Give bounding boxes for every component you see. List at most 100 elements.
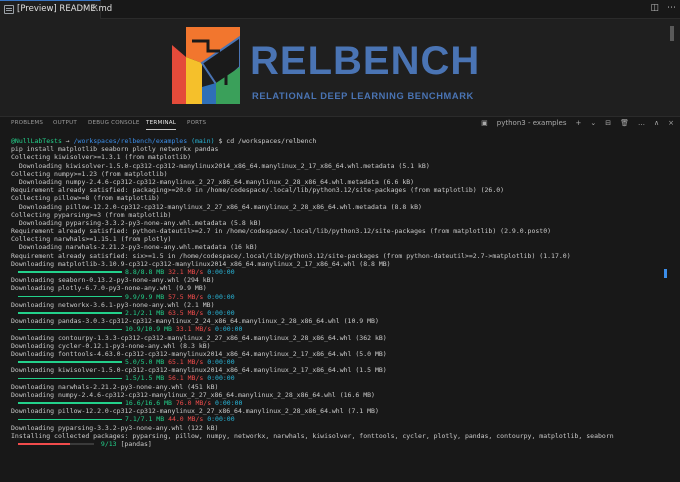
install-progress-remaining xyxy=(70,443,94,445)
preview-scrollbar[interactable] xyxy=(670,26,674,41)
terminal-icon: ▣ xyxy=(481,119,488,127)
panel-tabs: PROBLEMS OUTPUT DEBUG CONSOLE TERMINAL P… xyxy=(0,117,680,133)
terminal-line: Downloading cycler-0.12.1-py3-none-any.w… xyxy=(11,341,211,350)
maximize-panel-icon[interactable]: ∧ xyxy=(654,119,659,127)
progress-bar xyxy=(18,271,122,273)
markdown-preview: RELBENCH RELATIONAL DEEP LEARNING BENCHM… xyxy=(0,19,680,116)
tab-debug-console[interactable]: DEBUG CONSOLE xyxy=(88,120,140,126)
terminal-line: Downloading contourpy-1.3.3-cp312-cp312-… xyxy=(11,333,387,342)
install-progress-bar xyxy=(18,443,70,445)
progress-eta: 0:00:00 xyxy=(215,325,243,334)
install-progress-line: 9/13 [pandas] xyxy=(11,440,671,448)
progress-line: 1.5/1.5 MB 56.1 MB/s 0:00:00 xyxy=(11,374,671,382)
split-terminal-icon[interactable]: ⊟ xyxy=(605,119,611,127)
more-icon[interactable]: ⋯ xyxy=(667,3,676,13)
chevron-down-icon[interactable]: ⌄ xyxy=(590,119,596,127)
close-panel-icon[interactable]: × xyxy=(668,119,674,127)
terminal-line: Downloading kiwisolver-1.5.0-cp312-cp312… xyxy=(11,161,430,170)
progress-bar xyxy=(18,377,122,380)
progress-eta: 0:00:00 xyxy=(207,415,235,424)
terminal-line: Requirement already satisfied: python-da… xyxy=(11,227,552,236)
progress-line: 7.1/7.1 MB 44.0 MB/s 0:00:00 xyxy=(11,415,671,423)
progress-size: 2.1/2.1 MB xyxy=(125,308,165,317)
terminal-line: Collecting pillow>=8 (from matplotlib) xyxy=(11,194,160,203)
bottom-panel: PROBLEMS OUTPUT DEBUG CONSOLE TERMINAL P… xyxy=(0,116,680,482)
tab-readme-preview[interactable]: [Preview] README.md × xyxy=(0,0,112,19)
progress-line: 16.6/16.6 MB 76.0 MB/s 0:00:00 xyxy=(11,399,671,407)
tab-ports[interactable]: PORTS xyxy=(187,120,206,126)
terminal-line: Collecting numpy>=1.23 (from matplotlib) xyxy=(11,169,168,178)
terminal-line: Downloading pillow-12.2.0-cp312-cp312-ma… xyxy=(11,407,379,416)
progress-size: 5.0/5.0 MB xyxy=(125,358,165,367)
terminal-line: Downloading plotly-6.7.0-py3-none-any.wh… xyxy=(11,284,207,293)
progress-bar xyxy=(18,418,122,421)
progress-size: 1.5/1.5 MB xyxy=(125,374,165,383)
progress-size: 7.1/7.1 MB xyxy=(125,415,165,424)
terminal-line: Downloading seaborn-0.13.2-py3-none-any.… xyxy=(11,276,215,285)
terminal-line: Downloading narwhals-2.21.2-py3-none-any… xyxy=(11,382,219,391)
terminal-line: Downloading pandas-3.0.3-cp312-cp312-man… xyxy=(11,317,379,326)
progress-size: 10.9/10.9 MB xyxy=(125,325,172,334)
terminal-line: Downloading pyparsing-3.3.2-py3-none-any… xyxy=(11,218,262,227)
progress-bar xyxy=(18,361,122,363)
terminal-line: Downloading narwhals-2.21.2-py3-none-any… xyxy=(11,243,258,252)
progress-eta: 0:00:00 xyxy=(207,268,235,276)
progress-speed: 57.5 MB/s xyxy=(168,292,204,301)
tab-problems[interactable]: PROBLEMS xyxy=(11,120,43,126)
tab-terminal[interactable]: TERMINAL xyxy=(146,120,176,126)
terminal-line: Installing collected packages: pyparsing… xyxy=(11,431,614,440)
close-icon[interactable]: × xyxy=(91,3,99,13)
prompt-user: @NullLabTests xyxy=(11,137,62,145)
terminal-line: Downloading numpy-2.4.6-cp312-cp312-many… xyxy=(11,177,415,186)
progress-line: 5.0/5.0 MB 65.1 MB/s 0:00:00 xyxy=(11,358,671,366)
terminal-line: Requirement already satisfied: six>=1.5 … xyxy=(11,251,571,260)
trash-icon[interactable]: 🗑 xyxy=(620,119,629,127)
terminal-line: Downloading pillow-12.2.0-cp312-cp312-ma… xyxy=(11,202,422,211)
terminal-line: Requirement already satisfied: packaging… xyxy=(11,186,505,195)
terminal-line: Downloading kiwisolver-1.5.0-cp312-cp312… xyxy=(11,366,387,375)
progress-eta: 0:00:00 xyxy=(207,358,235,367)
terminal-line: Downloading matplotlib-3.10.9-cp312-cp31… xyxy=(11,259,391,268)
panel-actions: ▣ python3 - examples + ⌄ ⊟ 🗑 … ∧ × xyxy=(481,119,674,127)
progress-eta: 0:00:00 xyxy=(207,374,235,383)
progress-eta: 0:00:00 xyxy=(207,308,235,317)
prompt-path: /workspaces/relbench/examples xyxy=(73,137,188,145)
preview-icon xyxy=(4,5,14,14)
terminal-line: Collecting kiwisolver>=1.3.1 (from matpl… xyxy=(11,153,192,162)
progress-speed: 65.1 MB/s xyxy=(168,358,204,367)
prompt-branch: (main) xyxy=(191,137,215,145)
progress-speed: 33.1 MB/s xyxy=(175,325,212,334)
progress-speed: 32.1 MB/s xyxy=(168,268,204,276)
new-terminal-button[interactable]: + xyxy=(575,119,581,127)
brand-subtitle: RELATIONAL DEEP LEARNING BENCHMARK xyxy=(252,91,474,101)
active-tab-indicator xyxy=(146,129,176,130)
more-icon[interactable]: … xyxy=(638,119,645,127)
terminal-line: Downloading fonttools-4.63.0-cp312-cp312… xyxy=(11,349,387,358)
tab-output[interactable]: OUTPUT xyxy=(53,120,77,126)
progress-line: 9.9/9.9 MB 57.5 MB/s 0:00:00 xyxy=(11,293,671,301)
terminal-line: Collecting narwhals>=1.15.1 (from plotly… xyxy=(11,235,172,244)
terminal-line: Downloading numpy-2.4.6-cp312-cp312-many… xyxy=(11,390,375,399)
editor-tab-bar: [Preview] README.md × ◫ ⋯ xyxy=(0,0,680,19)
progress-size: 8.8/8.8 MB xyxy=(125,268,165,276)
progress-line: 10.9/10.9 MB 33.1 MB/s 0:00:00 xyxy=(11,325,671,333)
progress-bar xyxy=(18,402,122,404)
terminal-scrollbar[interactable] xyxy=(664,269,667,278)
progress-line: 8.8/8.8 MB 32.1 MB/s 0:00:00 xyxy=(11,268,671,276)
terminal-line: pip install matplotlib seaborn plotly ne… xyxy=(11,145,219,154)
progress-size: 9.9/9.9 MB xyxy=(125,292,165,301)
progress-line: 2.1/2.1 MB 63.5 MB/s 0:00:00 xyxy=(11,309,671,317)
progress-bar xyxy=(18,295,122,298)
split-editor-icon[interactable]: ◫ xyxy=(650,3,659,13)
terminal-name[interactable]: python3 - examples xyxy=(497,119,567,127)
terminal-output[interactable]: @NullLabTests → /workspaces/relbench/exa… xyxy=(11,137,671,448)
progress-speed: 63.5 MB/s xyxy=(168,308,204,317)
progress-bar xyxy=(18,312,122,314)
progress-speed: 44.0 MB/s xyxy=(168,415,204,424)
prompt-arrow: → xyxy=(65,137,70,145)
editor-toolbar: ◫ ⋯ xyxy=(650,3,676,13)
progress-eta: 0:00:00 xyxy=(215,399,243,407)
brand-title: RELBENCH xyxy=(250,39,481,83)
progress-bar xyxy=(18,328,122,331)
install-current: [pandas] xyxy=(120,439,152,448)
